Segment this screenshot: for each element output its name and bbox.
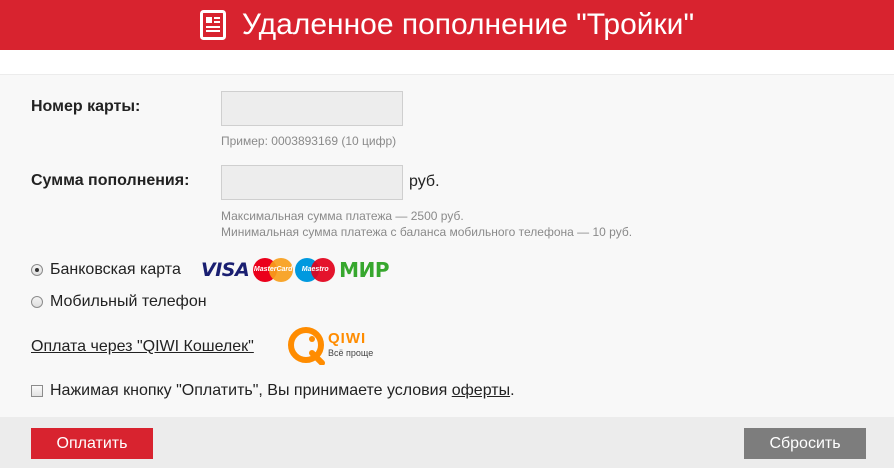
pay-button[interactable]: Оплатить	[31, 428, 153, 459]
maestro-logo: Maestro	[295, 258, 336, 282]
card-number-input[interactable]	[221, 91, 403, 126]
mir-logo: МИР	[339, 258, 389, 282]
mobile-phone-radio[interactable]	[31, 296, 43, 308]
payment-method-mobile[interactable]: Мобильный телефон	[31, 293, 207, 311]
visa-logo: VISA	[201, 259, 250, 281]
agreement-row: Нажимая кнопку "Оплатить", Вы принимаете…	[31, 382, 515, 400]
bank-card-radio[interactable]	[31, 264, 43, 276]
offer-link[interactable]: оферты	[452, 382, 510, 400]
agreement-suffix: .	[510, 382, 515, 399]
amount-max-hint: Максимальная сумма платежа — 2500 руб.	[221, 209, 464, 223]
mobile-phone-label: Мобильный телефон	[50, 293, 207, 310]
amount-label: Сумма пополнения:	[31, 172, 190, 189]
qiwi-wallet-link[interactable]: Оплата через "QIWI Кошелек"	[31, 338, 254, 356]
reset-button[interactable]: Сбросить	[744, 428, 866, 459]
page-header: Удаленное пополнение "Тройки"	[0, 0, 894, 50]
payment-method-bank-card[interactable]: Банковская карта	[31, 261, 181, 279]
qiwi-logo-tagline: Всё проще	[328, 348, 374, 358]
agreement-text: Нажимая кнопку "Оплатить", Вы принимаете…	[50, 382, 452, 399]
page-title: Удаленное пополнение "Тройки"	[241, 8, 695, 41]
mastercard-logo: MasterCard	[253, 258, 294, 282]
amount-min-hint: Минимальная сумма платежа с баланса моби…	[221, 225, 633, 239]
amount-input[interactable]	[221, 165, 403, 200]
form-panel	[0, 74, 894, 417]
agreement-checkbox[interactable]	[31, 385, 43, 397]
card-number-hint: Пример: 0003893169 (10 цифр)	[221, 134, 397, 148]
card-number-label: Номер карты:	[31, 98, 141, 115]
bank-card-label: Банковская карта	[50, 261, 181, 278]
card-logos: VISA MasterCard Maestro МИР	[201, 258, 389, 282]
qiwi-logo-name: QIWI	[328, 330, 367, 347]
document-icon	[199, 10, 226, 40]
amount-unit: руб.	[409, 173, 440, 190]
